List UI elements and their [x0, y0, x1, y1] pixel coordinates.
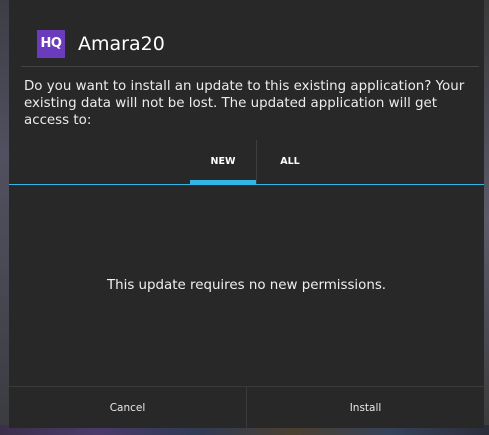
title-divider: [21, 66, 479, 67]
tabs-underline: [9, 184, 484, 185]
background-left-edge: [0, 0, 9, 435]
tab-all[interactable]: ALL: [257, 140, 323, 184]
dialog-button-bar: Cancel Install: [9, 386, 484, 429]
cancel-button[interactable]: Cancel: [9, 387, 246, 429]
dialog-title-bar: HQ Amara20: [9, 0, 484, 66]
permissions-message: This update requires no new permissions.: [106, 278, 387, 293]
install-message: Do you want to install an update to this…: [24, 79, 465, 128]
tab-new[interactable]: NEW: [190, 140, 256, 184]
background-right-edge: [484, 0, 489, 435]
install-button[interactable]: Install: [247, 387, 484, 429]
permissions-tabs: NEW ALL: [9, 140, 484, 186]
app-icon: HQ: [37, 30, 65, 58]
install-dialog: HQ Amara20 Do you want to install an upd…: [9, 0, 484, 429]
app-title: Amara20: [78, 33, 165, 55]
